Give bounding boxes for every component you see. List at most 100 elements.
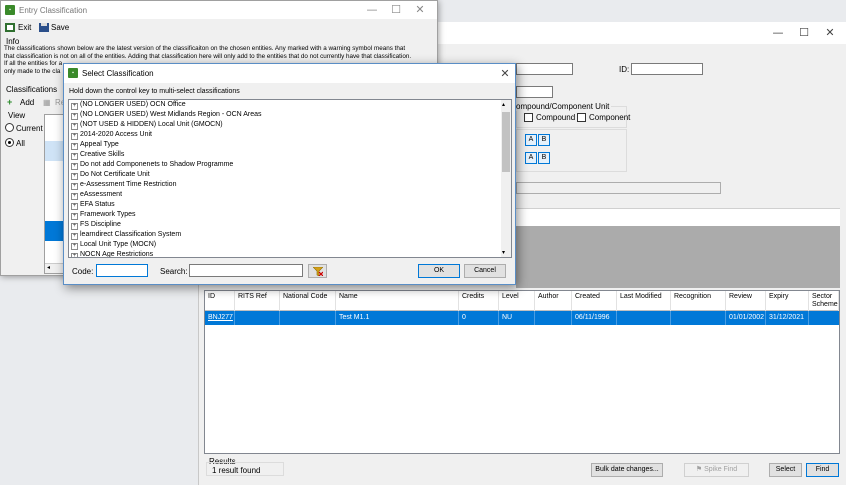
tree-item[interactable]: + (NO LONGER USED) OCN Office <box>71 100 186 110</box>
col-id[interactable]: ID <box>205 291 235 311</box>
scroll-up-icon[interactable]: ▴ <box>502 101 505 108</box>
cell-review: 01/01/2002 <box>726 311 766 325</box>
tree-item[interactable]: + FS Discipline <box>71 220 121 230</box>
tree-item[interactable]: + e-Assessment Time Restriction <box>71 180 176 190</box>
code-field[interactable] <box>516 86 553 98</box>
classifications-label: Classifications <box>6 85 58 94</box>
expand-icon[interactable]: + <box>71 253 78 257</box>
expand-icon[interactable]: + <box>71 233 78 240</box>
compound-label: Compound <box>536 113 576 122</box>
tree-item[interactable]: +2014-2020 Access Unit <box>71 130 152 140</box>
expand-icon[interactable]: + <box>71 103 78 110</box>
filter-button[interactable] <box>308 264 327 278</box>
save-label: Save <box>51 23 70 32</box>
expand-icon[interactable]: + <box>71 123 78 130</box>
scroll-down-icon[interactable]: ▾ <box>502 249 505 256</box>
col-rits-ref[interactable]: RITS Ref <box>235 291 280 311</box>
col-sector-schemes[interactable]: Sector Schemes <box>809 291 839 311</box>
entry-window-titlebar: ▪ Entry Classification — ☐ ✕ <box>1 1 437 19</box>
minimize-icon[interactable]: — <box>771 26 785 40</box>
scroll-thumb[interactable] <box>502 112 510 172</box>
ok-button[interactable]: OK <box>418 264 460 278</box>
col-created[interactable]: Created <box>572 291 617 311</box>
col-expiry[interactable]: Expiry <box>766 291 809 311</box>
table-row[interactable]: BNJ277 Test M1.1 0 NU 06/11/1996 01/01/2… <box>205 311 839 325</box>
cell-id[interactable]: BNJ277 <box>205 311 235 325</box>
tree-item[interactable]: + (NOT USED & HIDDEN) Local Unit (GMOCN) <box>71 120 223 130</box>
col-name[interactable]: Name <box>336 291 459 311</box>
col-credits[interactable]: Credits <box>459 291 499 311</box>
expand-icon[interactable]: + <box>71 243 78 250</box>
cell-rits-ref <box>235 311 280 325</box>
maximize-icon[interactable]: ☐ <box>389 3 403 17</box>
expand-icon[interactable]: + <box>71 113 78 120</box>
expand-icon[interactable]: + <box>71 213 78 220</box>
expand-icon[interactable]: + <box>71 143 78 150</box>
tree-item[interactable]: + Creative Skills <box>71 150 124 160</box>
col-level[interactable]: Level <box>499 291 535 311</box>
a-button-1[interactable]: A <box>525 134 537 146</box>
cell-recognition <box>671 311 726 325</box>
tree-item[interactable]: + Local Unit Type (MOCN) <box>71 240 156 250</box>
list-scroll-left-icon[interactable]: ◂ <box>45 263 63 273</box>
expand-icon[interactable]: + <box>71 133 78 140</box>
cell-last-modified <box>617 311 671 325</box>
col-last-modified[interactable]: Last Modified <box>617 291 671 311</box>
bulk-date-changes-button[interactable]: Bulk date changes... <box>591 463 663 477</box>
find-button[interactable]: Find <box>806 463 839 477</box>
tree-item[interactable]: + Appeal Type <box>71 140 119 150</box>
results-grid: ID RITS Ref National Code Name Credits L… <box>204 290 840 454</box>
classification-tree[interactable]: + (NO LONGER USED) OCN Office + (NO LONGER… <box>68 99 512 258</box>
tree-scrollbar[interactable]: ▴ ▾ <box>501 100 511 257</box>
expand-icon[interactable]: + <box>71 163 78 170</box>
expand-icon[interactable]: + <box>71 223 78 230</box>
view-all-radio[interactable] <box>5 138 14 147</box>
cancel-button[interactable]: Cancel <box>464 264 506 278</box>
expand-icon[interactable]: + <box>71 203 78 210</box>
close-icon[interactable]: ✕ <box>823 26 837 40</box>
entry-window-title: Entry Classification <box>19 6 88 15</box>
tree-item[interactable]: + Do not add Componenets to Shadow Progra… <box>71 160 233 170</box>
col-review[interactable]: Review <box>726 291 766 311</box>
tree-item[interactable]: + learndirect Classification System <box>71 230 181 240</box>
description-field[interactable] <box>516 182 721 194</box>
expand-icon[interactable]: + <box>71 153 78 160</box>
tree-item[interactable]: + NOCN Age Restrictions <box>71 250 153 257</box>
view-all-label: All <box>16 139 25 148</box>
close-icon[interactable]: ✕ <box>413 3 427 17</box>
col-recognition[interactable]: Recognition <box>671 291 726 311</box>
a-button-2[interactable]: A <box>525 152 537 164</box>
cell-created: 06/11/1996 <box>572 311 617 325</box>
spike-find-button[interactable]: ⚑ Spike Find <box>684 463 749 477</box>
b-button-1[interactable]: B <box>538 134 550 146</box>
search-input[interactable] <box>189 264 303 277</box>
cell-credits: 0 <box>459 311 499 325</box>
classifications-list[interactable]: ◂ <box>44 114 64 274</box>
b-button-2[interactable]: B <box>538 152 550 164</box>
name-field[interactable] <box>516 63 573 75</box>
search-label: Search: <box>160 267 188 276</box>
code-input[interactable] <box>96 264 148 277</box>
code-label: Code: <box>72 267 94 276</box>
col-national-code[interactable]: National Code <box>280 291 336 311</box>
expand-icon[interactable]: + <box>71 173 78 180</box>
tree-item[interactable]: + EFA Status <box>71 200 115 210</box>
col-author[interactable]: Author <box>535 291 572 311</box>
tree-item[interactable]: + eAssessment <box>71 190 122 200</box>
save-icon <box>39 23 49 32</box>
minimize-icon[interactable]: — <box>365 3 379 17</box>
cell-author <box>535 311 572 325</box>
compound-checkbox[interactable] <box>524 113 533 122</box>
id-field[interactable] <box>631 63 703 75</box>
component-checkbox[interactable] <box>577 113 586 122</box>
tree-item[interactable]: + Do Not Certificate Unit <box>71 170 150 180</box>
maximize-icon[interactable]: ☐ <box>797 26 811 40</box>
expand-icon[interactable]: + <box>71 193 78 200</box>
expand-icon[interactable]: + <box>71 183 78 190</box>
tree-item[interactable]: + (NO LONGER USED) West Midlands Region -… <box>71 110 262 120</box>
close-icon[interactable]: ✕ <box>498 67 512 81</box>
tree-item[interactable]: + Framework Types <box>71 210 136 220</box>
view-current-radio[interactable] <box>5 123 14 132</box>
view-current-label: Current <box>16 124 43 133</box>
select-button[interactable]: Select <box>769 463 802 477</box>
